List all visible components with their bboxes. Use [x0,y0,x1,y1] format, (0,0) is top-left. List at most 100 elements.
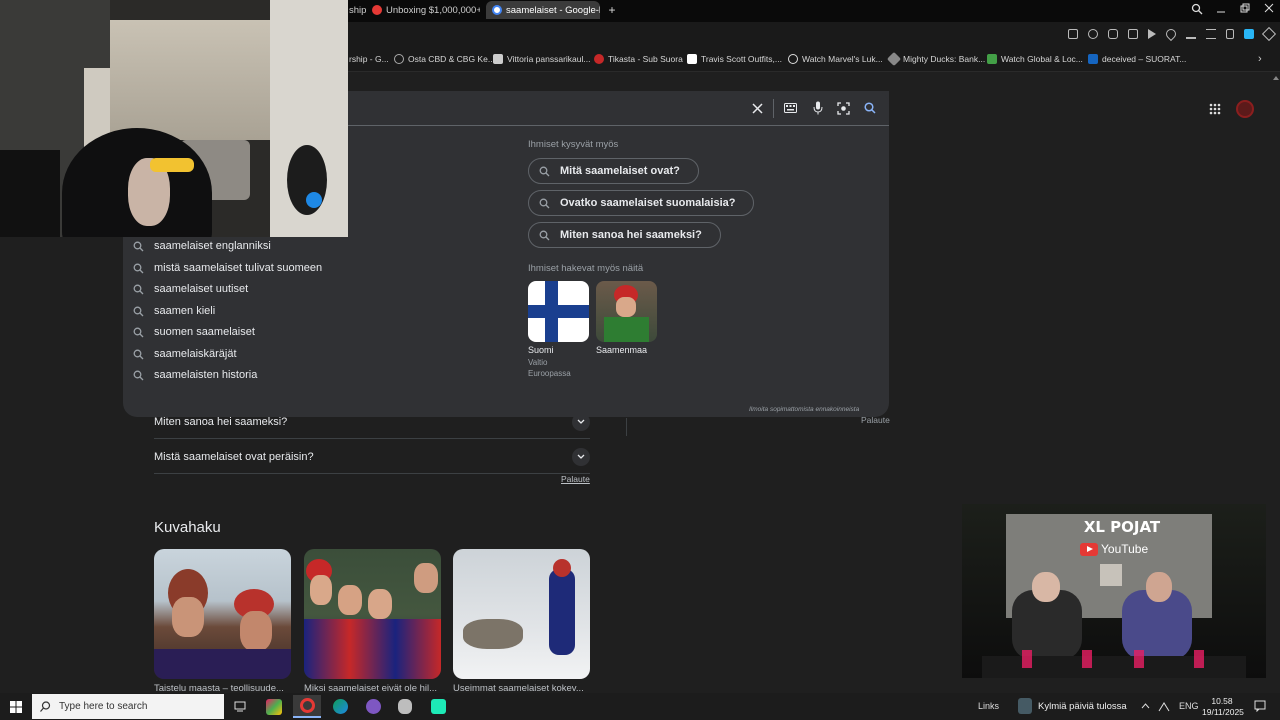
report-predictions-link[interactable]: Ilmoita sopimattomista ennakoinneista [749,406,859,413]
bookmark-9[interactable]: deceived – SUORAT... [1088,54,1186,64]
bookmark-6[interactable]: Watch Marvel's Luk... [788,54,883,64]
chair-shape [0,150,60,237]
image-result-3[interactable] [453,549,590,679]
question-chip-label: Ovatko saamelaiset suomalaisia? [560,197,736,209]
taskbar-app-1[interactable] [260,695,288,718]
lens-search-icon[interactable] [837,102,850,115]
suggestion-item[interactable]: saamelaiset uutiset [133,280,248,298]
bookmark-5[interactable]: Travis Scott Outfits,... [687,54,782,64]
suggestion-item[interactable]: suomen saamelaiset [133,323,255,341]
finland-flag-thumbnail[interactable] [528,281,589,342]
language-indicator[interactable]: ENG [1179,701,1199,711]
tab-2-label: Unboxing $1,000,000+ of [386,4,480,16]
heart-icon[interactable] [1163,26,1179,42]
play-icon[interactable] [1148,29,1156,39]
bookmark-8[interactable]: Watch Global & Loc... [987,54,1083,64]
question-chip[interactable]: Mitä saamelaiset ovat? [528,158,699,184]
weather-widget[interactable]: Kylmiä päiviä tulossa [1018,698,1127,714]
search-icon[interactable] [864,102,876,114]
start-button[interactable] [2,695,30,718]
chevron-down-icon [572,447,590,466]
bookmark-4[interactable]: Tikasta - Sub Suora [594,54,683,64]
search-tabs-icon[interactable] [1191,3,1203,15]
account-avatar[interactable] [1236,100,1254,118]
taskbar-app-5[interactable] [391,695,419,718]
cap-brim-shape [150,158,194,172]
question-chip-label: Mitä saamelaiset ovat? [560,165,680,177]
taskbar-search-placeholder: Type here to search [59,701,148,712]
taskbar-app-opera[interactable] [293,695,321,718]
task-view-button[interactable] [226,695,254,718]
voice-search-icon[interactable] [813,101,823,115]
page-scrollbar[interactable] [1272,72,1280,693]
image-result-1[interactable] [154,549,291,679]
share-icon[interactable] [1068,29,1078,39]
download-icon[interactable] [1186,29,1196,39]
related-name-2[interactable]: Saamenmaa [596,345,647,355]
links-toolbar[interactable]: Links [978,701,999,711]
search-icon [133,263,144,273]
taskbar-app-edge[interactable] [326,695,354,718]
menu-icon[interactable] [1206,29,1216,39]
search-icon [133,284,144,294]
suggestion-item[interactable]: saamelaiskäräjät [133,345,237,363]
taskbar-app-discord[interactable] [359,695,387,718]
taskbar-app-6[interactable] [424,695,452,718]
bookmark-3[interactable]: Vittoria panssarikaul... [493,54,590,64]
faq-row-2[interactable]: Mistä saamelaiset ovat peräisin? [154,440,590,474]
host-2-head [1146,572,1172,602]
bookmarks-more-icon[interactable]: › [1258,53,1262,65]
minimize-icon[interactable] [1216,4,1226,14]
bookmark-7-label: Mighty Ducks: Bank... [903,54,986,64]
extension-icon[interactable] [1108,29,1118,39]
network-icon[interactable] [1158,700,1171,712]
suggestion-item[interactable]: saamelaisten historia [133,366,257,384]
weather-icon [1018,698,1032,714]
new-tab-button[interactable]: + [605,1,619,19]
screenshot-icon[interactable] [1088,29,1098,39]
face-shape [368,589,392,619]
notifications-icon[interactable] [1254,700,1266,712]
saamenmaa-thumbnail[interactable] [596,281,657,342]
tab-2[interactable]: Unboxing $1,000,000+ of [372,1,480,19]
suggestion-item[interactable]: saamen kieli [133,302,215,320]
close-window-icon[interactable] [1264,3,1274,13]
cube-icon[interactable] [1261,26,1277,42]
clear-search-icon[interactable] [752,103,763,114]
ducks-icon [886,51,902,67]
feedback-link[interactable]: Palaute [561,474,590,484]
tab-1[interactable]: ship - N [349,1,367,19]
image-result-2[interactable] [304,549,441,679]
question-chip[interactable]: Miten sanoa hei saameksi? [528,222,721,248]
search-icon [133,306,144,316]
question-chip[interactable]: Ovatko saamelaiset suomalaisia? [528,190,755,216]
tab-google-search[interactable]: saamelaiset - Google-haku [486,1,600,19]
youtube-favicon-icon [372,5,382,15]
bookmark-1[interactable]: rship - G... [349,54,389,64]
taskbar-search-box[interactable]: Type here to search [32,694,224,719]
wallet-icon[interactable] [1128,29,1138,39]
edge-icon [332,699,348,714]
bookmark-2[interactable]: Osta CBD & CBG Ke... [394,54,495,64]
related-name-1[interactable]: Suomi [528,345,554,355]
windows-logo-icon [10,700,22,713]
suggestion-item[interactable]: mistä saamelaiset tulivat suomeen [133,259,322,277]
cup-shape [1134,650,1144,668]
search-icon [133,349,144,359]
suggestion-item[interactable]: saamelaiset englanniksi [133,237,271,255]
cup-shape [1082,650,1092,668]
search-icon [539,166,550,176]
scroll-up-icon[interactable] [1273,76,1279,80]
new-tab-label: + [608,3,616,17]
restore-icon[interactable] [1240,3,1250,13]
lock-icon[interactable] [1226,29,1234,39]
google-apps-icon[interactable] [1209,103,1221,115]
chevron-up-icon[interactable] [1141,703,1150,709]
app-icon [430,699,446,714]
clock[interactable]: 10.58 19/11/2025 [1202,696,1244,718]
bookmark-3-label: Vittoria panssarikaul... [507,54,591,64]
vpn-icon[interactable] [1244,29,1254,39]
keyboard-icon[interactable] [784,103,797,113]
bookmark-7[interactable]: Mighty Ducks: Bank... [886,51,986,67]
store-icon [266,698,282,715]
